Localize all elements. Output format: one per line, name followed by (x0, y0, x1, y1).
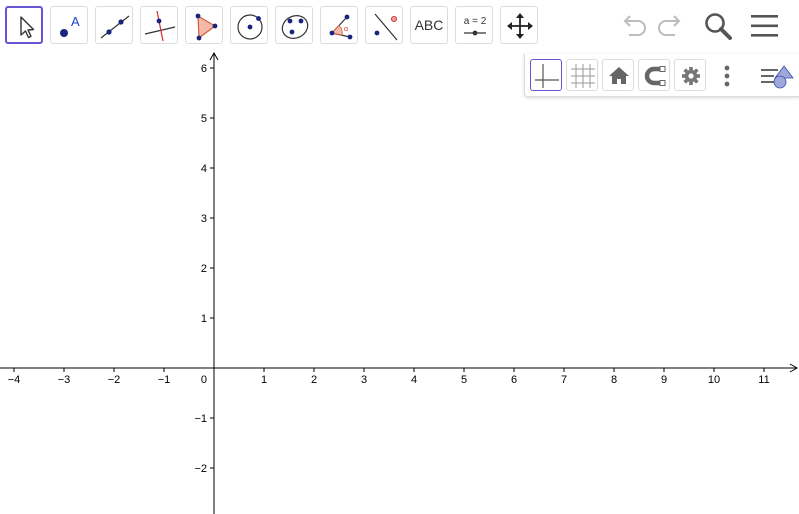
magnet-icon (644, 66, 666, 86)
x-tick-label: 8 (611, 374, 617, 386)
more-options-button[interactable] (710, 59, 742, 91)
redo-icon (658, 15, 681, 36)
x-tick-label: −3 (58, 374, 71, 386)
y-tick-label: −1 (194, 413, 207, 425)
circle-icon (237, 14, 263, 40)
ellipse-icon (281, 15, 309, 39)
algebra-view-icon (761, 65, 794, 89)
x-tick-label: 1 (261, 374, 267, 386)
text-tool-label: ABC (414, 17, 444, 33)
ellipse-tool-button[interactable] (275, 6, 313, 44)
main-menu-button[interactable] (747, 8, 783, 44)
search-button[interactable] (700, 8, 736, 44)
y-tick-label: 5 (201, 113, 207, 125)
point-icon: A (60, 14, 80, 37)
y-tick-label: 6 (201, 63, 207, 75)
move-graphics-view-tool-button[interactable] (500, 6, 538, 44)
x-tick-label: 3 (361, 374, 367, 386)
y-tick-label: −2 (194, 463, 207, 475)
axes (0, 51, 799, 514)
x-axis-ticks: −4 −3 −2 −1 1 2 3 4 5 6 7 8 9 10 11 0 (8, 368, 770, 386)
y-tick-label: 2 (201, 263, 207, 275)
polygon-tool-button[interactable] (185, 6, 223, 44)
toggle-algebra-view-button[interactable] (757, 59, 795, 91)
cursor-arrow-icon (20, 16, 35, 39)
redo-button[interactable] (652, 8, 688, 44)
graphics-settings-button[interactable] (674, 59, 706, 91)
x-tick-label: 9 (661, 374, 667, 386)
perpendicular-line-icon (144, 10, 176, 42)
line-icon (100, 15, 130, 39)
grid-icon (571, 64, 595, 88)
more-vertical-icon (724, 65, 730, 87)
x-tick-label: 5 (461, 374, 467, 386)
axes-icon (535, 64, 559, 88)
line-tool-button[interactable] (95, 6, 133, 44)
origin-label: 0 (201, 374, 207, 386)
circle-center-point-tool-button[interactable] (230, 6, 268, 44)
move-arrows-icon (507, 13, 533, 39)
y-tick-label: 3 (201, 213, 207, 225)
search-icon (705, 13, 732, 40)
x-tick-label: 4 (411, 374, 417, 386)
move-tool-button[interactable] (5, 6, 43, 44)
perpendicular-line-tool-button[interactable] (140, 6, 178, 44)
standard-view-button[interactable] (602, 59, 634, 91)
angle-icon: α (329, 14, 353, 40)
reflect-tool-button[interactable] (365, 6, 403, 44)
text-tool-button[interactable]: ABC (410, 6, 448, 44)
x-tick-label: −1 (158, 374, 171, 386)
x-tick-label: 7 (561, 374, 567, 386)
toolbar: A α ABC a = 2 (0, 0, 799, 52)
x-tick-label: 2 (311, 374, 317, 386)
slider-tool-button[interactable]: a = 2 (455, 6, 493, 44)
polygon-icon (195, 13, 218, 41)
x-tick-label: 11 (758, 374, 769, 386)
home-icon (609, 67, 629, 84)
angle-tool-label: α (344, 26, 348, 33)
grid-toggle-button[interactable] (566, 59, 598, 91)
x-tick-label: −2 (108, 374, 121, 386)
point-tool-button[interactable]: A (50, 6, 88, 44)
x-tick-label: 6 (511, 374, 517, 386)
x-tick-label: −4 (8, 374, 21, 386)
undo-icon (623, 15, 646, 36)
x-tick-label: 10 (708, 374, 720, 386)
point-capturing-button[interactable] (638, 59, 670, 91)
menu-icon (751, 15, 778, 37)
gear-icon (682, 67, 700, 85)
slider-tool-label: a = 2 (464, 16, 487, 27)
undo-button[interactable] (616, 8, 652, 44)
y-tick-label: 1 (201, 313, 207, 325)
angle-tool-button[interactable]: α (320, 6, 358, 44)
axes-toggle-button[interactable] (530, 59, 562, 91)
point-tool-label: A (71, 14, 80, 29)
y-axis-ticks: 6 5 4 3 2 1 −1 −2 (194, 63, 214, 475)
y-tick-label: 4 (201, 163, 207, 175)
reflect-about-line-icon (374, 13, 398, 41)
slider-icon: a = 2 (464, 16, 487, 36)
graphics-style-bar (524, 54, 799, 97)
